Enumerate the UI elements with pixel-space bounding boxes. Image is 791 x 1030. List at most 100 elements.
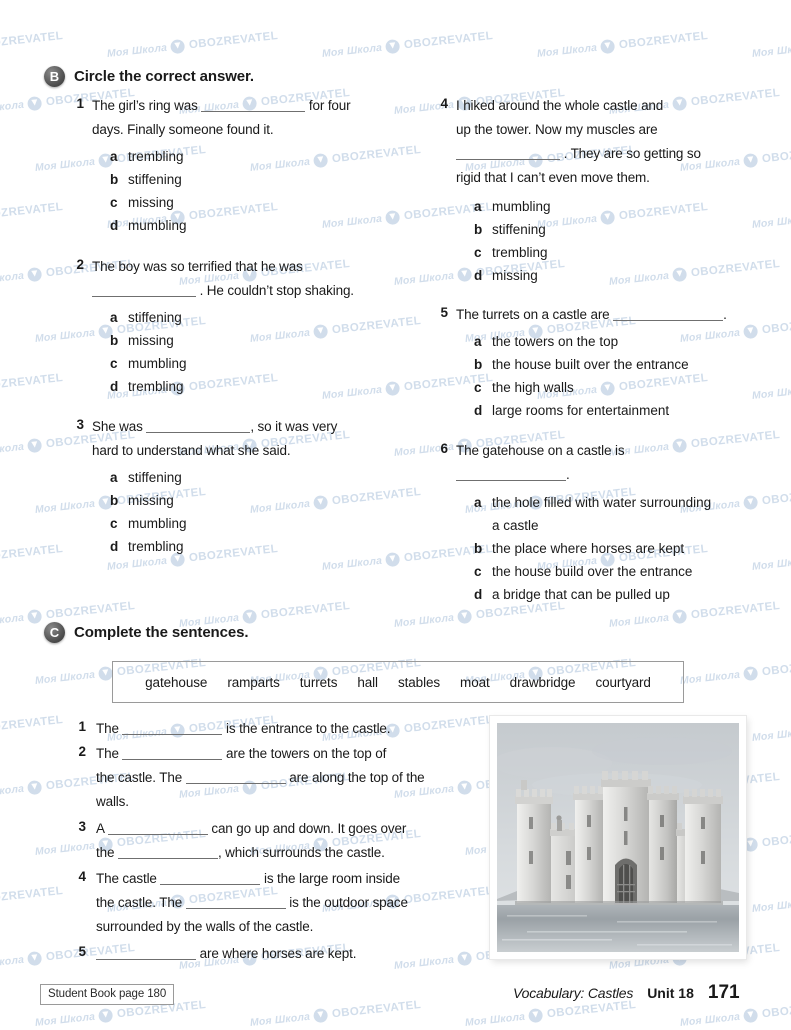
footer-vocabulary-label: Vocabulary: Castles	[513, 985, 634, 1001]
c1-post: is the entrance to the castle.	[226, 721, 391, 736]
c1-blank[interactable]	[122, 734, 223, 735]
option-label: the hole filled with water surrounding	[492, 495, 712, 510]
option-3d[interactable]: d trembling	[110, 535, 184, 558]
option-6a[interactable]: a the hole filled with water surrounding	[474, 491, 711, 514]
option-label: large rooms for entertainment	[492, 403, 670, 418]
question-text-6: The gatehouse on a castle is .	[456, 439, 786, 487]
word-bank-item[interactable]: stables	[398, 675, 440, 690]
word-bank-item[interactable]: hall	[357, 675, 378, 690]
option-label: the house built over the entrance	[492, 357, 689, 372]
option-letter: d	[474, 587, 483, 602]
word-bank: gatehouse ramparts turrets hall stables …	[112, 661, 684, 703]
c2-blank-1[interactable]	[122, 759, 223, 760]
c2-post: are the towers on the top of	[226, 746, 387, 761]
option-4d[interactable]: d missing	[474, 264, 538, 287]
option-2a[interactable]: a stiffening	[110, 306, 182, 329]
q3-blank[interactable]	[146, 432, 251, 433]
word-bank-item[interactable]: turrets	[300, 675, 338, 690]
option-letter: a	[474, 199, 482, 214]
option-5a[interactable]: a the towers on the top	[474, 330, 618, 353]
option-5b[interactable]: b the house built over the entrance	[474, 353, 689, 376]
option-letter: c	[110, 356, 118, 371]
q2-blank[interactable]	[92, 296, 196, 297]
question-text-3: She was , so it was very hard to underst…	[92, 415, 402, 463]
question-number-3: 3	[76, 417, 84, 432]
q4-blank[interactable]	[456, 159, 560, 160]
option-label: trembling	[128, 539, 184, 554]
option-label: missing	[128, 333, 174, 348]
option-1d[interactable]: d mumbling	[110, 214, 187, 237]
c2-line3: walls.	[96, 794, 129, 809]
option-letter: d	[110, 379, 119, 394]
option-letter: a	[110, 149, 118, 164]
option-2c[interactable]: c mumbling	[110, 352, 187, 375]
option-letter: c	[474, 380, 482, 395]
c4-line2-post: is the outdoor space	[289, 895, 408, 910]
c4-blank-1[interactable]	[160, 884, 261, 885]
option-label: stiffening	[128, 172, 182, 187]
option-letter: a	[110, 310, 118, 325]
option-4b[interactable]: b stiffening	[474, 218, 546, 241]
q6-blank[interactable]	[456, 480, 566, 481]
option-4a[interactable]: a mumbling	[474, 195, 551, 218]
word-bank-item[interactable]: ramparts	[227, 675, 280, 690]
c5-blank[interactable]	[96, 959, 196, 960]
c-sentence-number-4: 4	[78, 869, 86, 884]
option-4c[interactable]: c trembling	[474, 241, 548, 264]
page-footer: Vocabulary: Castles Unit 18 171	[513, 982, 740, 1004]
q3-line1-post: , so it was very	[250, 419, 338, 434]
c-sentence-4: The castle is the large room inside the …	[96, 867, 496, 939]
c4-blank-2[interactable]	[185, 908, 286, 909]
option-label: the place where horses are kept	[492, 541, 685, 556]
q5-blank[interactable]	[613, 320, 724, 321]
c3-pre: A	[96, 821, 105, 836]
option-3b[interactable]: b missing	[110, 489, 174, 512]
option-6d[interactable]: d a bridge that can be pulled up	[474, 583, 670, 606]
word-bank-item[interactable]: drawbridge	[510, 675, 576, 690]
option-1c[interactable]: c missing	[110, 191, 174, 214]
option-3a[interactable]: a stiffening	[110, 466, 182, 489]
option-letter: d	[110, 539, 119, 554]
option-label: stiffening	[128, 470, 182, 485]
q4-line4: rigid that I can’t even move them.	[456, 170, 650, 185]
option-1a[interactable]: a trembling	[110, 145, 184, 168]
footer-page-number: 171	[707, 982, 740, 1003]
option-2b[interactable]: b missing	[110, 329, 174, 352]
c3-line2-pre: the	[96, 845, 115, 860]
q2-line1: The boy was so terrified that he was	[92, 259, 303, 274]
option-1b[interactable]: b stiffening	[110, 168, 182, 191]
option-6c[interactable]: c the house build over the entrance	[474, 560, 692, 583]
option-6a-cont[interactable]: a castle	[492, 514, 539, 537]
c3-blank-1[interactable]	[107, 834, 208, 835]
c-sentence-3: A can go up and down. It goes over the ,…	[96, 817, 496, 865]
word-bank-item[interactable]: courtyard	[595, 675, 650, 690]
option-letter: b	[110, 333, 119, 348]
option-2d[interactable]: d trembling	[110, 375, 184, 398]
c2-blank-2[interactable]	[185, 783, 286, 784]
option-5d[interactable]: d large rooms for entertainment	[474, 399, 669, 422]
c3-blank-2[interactable]	[117, 858, 218, 859]
c2-pre: The	[96, 746, 119, 761]
q6-line1: The gatehouse on a castle is	[456, 443, 625, 458]
word-bank-item[interactable]: moat	[460, 675, 490, 690]
c1-pre: The	[96, 721, 119, 736]
option-letter: b	[474, 541, 483, 556]
c3-line2-post: , which surrounds the castle.	[217, 845, 385, 860]
c4-line2-pre: the castle. The	[96, 895, 183, 910]
option-label: trembling	[128, 379, 184, 394]
question-number-4: 4	[440, 96, 448, 111]
option-3c[interactable]: c mumbling	[110, 512, 187, 535]
q3-line1-pre: She was	[92, 419, 143, 434]
question-text-5: The turrets on a castle are .	[456, 303, 786, 327]
option-6b[interactable]: b the place where horses are kept	[474, 537, 684, 560]
option-letter: c	[110, 516, 118, 531]
word-bank-item[interactable]: gatehouse	[145, 675, 207, 690]
exercise-c-title: Complete the sentences.	[74, 624, 249, 641]
q1-blank[interactable]	[201, 111, 306, 112]
option-letter: a	[474, 334, 482, 349]
option-5c[interactable]: c the high walls	[474, 376, 574, 399]
option-label: missing	[128, 195, 174, 210]
c3-post: can go up and down. It goes over	[211, 821, 407, 836]
option-label: trembling	[492, 245, 548, 260]
c-sentence-2: The are the towers on the top of the cas…	[96, 742, 496, 814]
